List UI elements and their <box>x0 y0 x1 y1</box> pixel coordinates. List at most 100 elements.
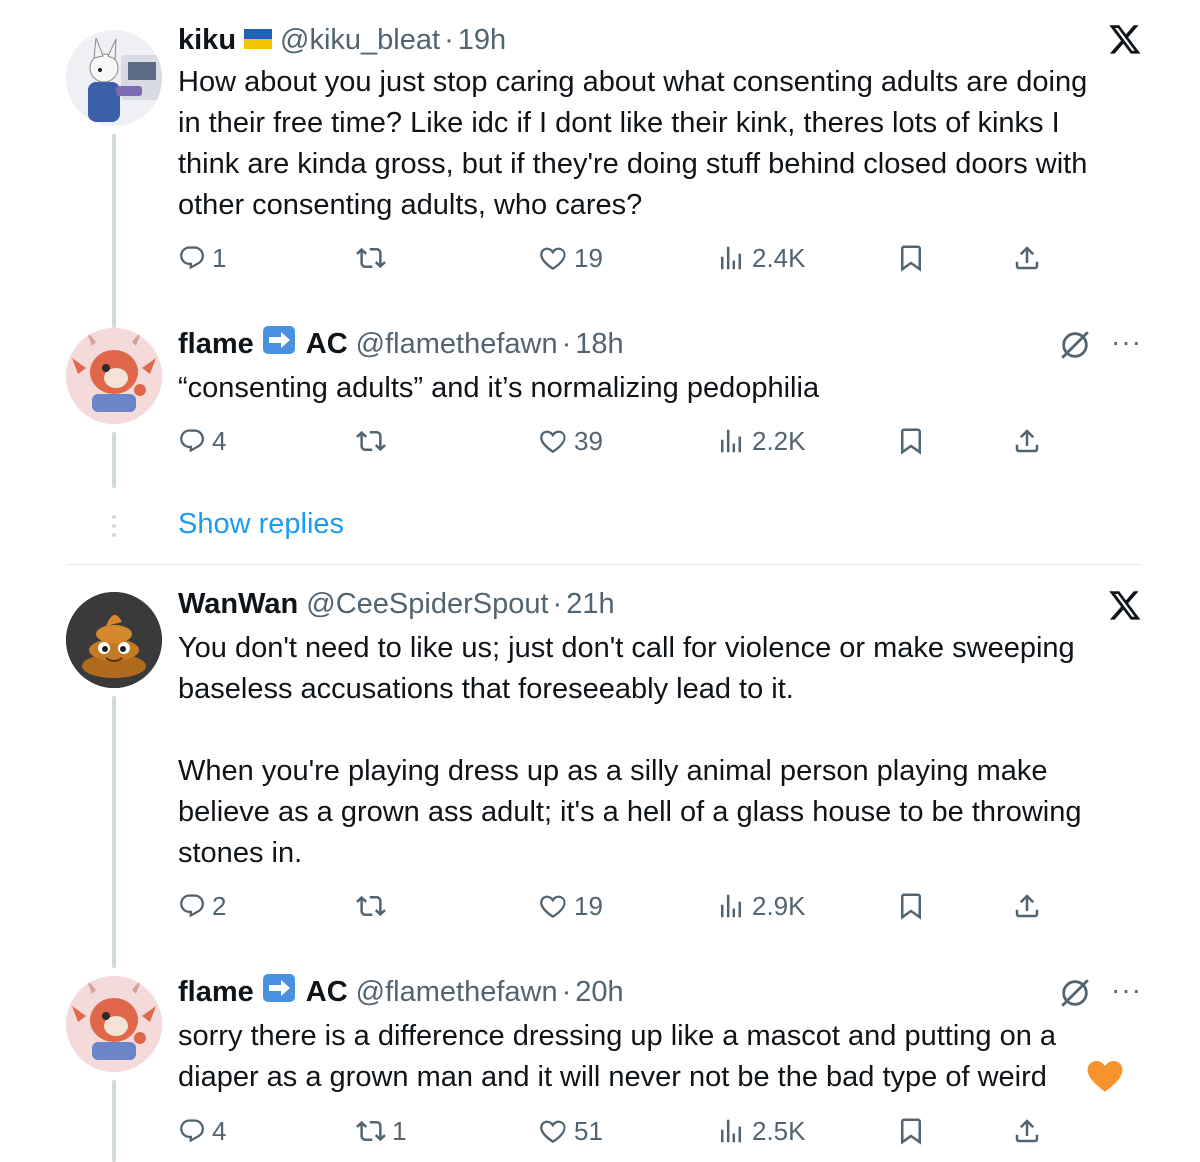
like-button[interactable]: 19 <box>538 238 603 278</box>
bookmark-icon <box>896 243 926 273</box>
tweet-time[interactable]: 18h <box>575 328 623 361</box>
like-count: 39 <box>574 425 603 456</box>
tweet-text: “consenting adults” and it’s normalizing… <box>178 372 820 404</box>
author-handle[interactable]: @flamethefawn <box>356 328 558 361</box>
reply-count: 1 <box>212 242 227 273</box>
reply-icon <box>178 244 206 272</box>
repost-button[interactable]: 1 <box>356 1111 406 1151</box>
reply-button[interactable]: 2 <box>178 886 226 926</box>
like-button[interactable]: 19 <box>538 886 603 926</box>
views-icon <box>716 1116 746 1146</box>
x-logo-icon[interactable] <box>1108 588 1142 622</box>
bookmark-button[interactable] <box>896 1111 926 1151</box>
right-arrow-emoji-icon <box>262 325 296 363</box>
thread-line <box>112 1080 116 1162</box>
reply-count: 4 <box>212 425 227 456</box>
like-button[interactable]: 51 <box>538 1111 603 1151</box>
tweet-header: WanWan @CeeSpiderSpout · 21h <box>178 584 615 624</box>
avatar-kiku[interactable] <box>66 30 162 126</box>
views-button[interactable]: 2.2K <box>716 421 806 461</box>
show-replies-link[interactable]: Show replies <box>178 508 344 541</box>
repost-button[interactable] <box>356 238 392 278</box>
tweet-actions: 2 19 2.9K <box>178 886 1058 926</box>
author-handle[interactable]: @kiku_bleat <box>280 24 440 57</box>
views-button[interactable]: 2.4K <box>716 238 806 278</box>
tweet-time[interactable]: 19h <box>458 24 506 57</box>
like-button[interactable]: 39 <box>538 421 603 461</box>
reply-icon <box>178 427 206 455</box>
author-name[interactable]: WanWan <box>178 588 298 621</box>
heart-icon <box>538 426 568 456</box>
mute-icon[interactable] <box>1058 976 1092 1015</box>
share-icon <box>1012 1116 1042 1146</box>
bookmark-button[interactable] <box>896 886 926 926</box>
repost-icon <box>356 1116 386 1146</box>
share-icon <box>1012 891 1042 921</box>
share-button[interactable] <box>1012 421 1042 461</box>
repost-button[interactable] <box>356 886 392 926</box>
tweet-actions: 4 39 2.2K <box>178 421 1058 461</box>
x-logo-icon[interactable] <box>1108 22 1142 56</box>
tweet-time[interactable]: 20h <box>575 976 623 1009</box>
avatar-flame[interactable] <box>66 328 162 424</box>
author-name-suffix[interactable]: AC <box>306 328 348 361</box>
author-handle[interactable]: @flamethefawn <box>356 976 558 1009</box>
author-name[interactable]: flame <box>178 976 254 1009</box>
separator-dot: · <box>552 587 563 620</box>
views-count: 2.2K <box>752 425 806 456</box>
reply-icon <box>178 892 206 920</box>
reply-count: 2 <box>212 890 227 921</box>
repost-button[interactable] <box>356 421 392 461</box>
tweet-time[interactable]: 21h <box>566 588 614 621</box>
separator-dot: · <box>444 23 454 56</box>
like-count: 51 <box>574 1115 603 1146</box>
tweet-actions: 1 19 2.4K <box>178 238 1058 278</box>
reply-button[interactable]: 4 <box>178 1111 226 1151</box>
more-options-button[interactable]: ··· <box>1111 326 1142 358</box>
repost-icon <box>356 243 386 273</box>
bookmark-icon <box>896 891 926 921</box>
views-count: 2.5K <box>752 1115 806 1146</box>
tweet-actions: 4 1 51 2.5K <box>178 1111 1058 1151</box>
separator-dot: · <box>561 975 572 1008</box>
more-replies-dots <box>110 514 118 543</box>
divider <box>66 564 1142 565</box>
author-name[interactable]: flame <box>178 328 254 361</box>
share-icon <box>1012 243 1042 273</box>
heart-icon <box>538 1116 568 1146</box>
author-name[interactable]: kiku <box>178 24 236 57</box>
avatar-flame[interactable] <box>66 976 162 1072</box>
heart-icon <box>538 243 568 273</box>
more-options-button[interactable]: ··· <box>1111 974 1142 1006</box>
tweet-text: sorry there is a difference dressing up … <box>178 1020 1057 1093</box>
author-name-suffix[interactable]: AC <box>306 976 348 1009</box>
mute-icon[interactable] <box>1058 328 1092 367</box>
views-count: 2.4K <box>752 242 806 273</box>
orange-heart-emoji-icon <box>1086 1058 1124 1099</box>
bookmark-button[interactable] <box>896 238 926 278</box>
share-button[interactable] <box>1012 238 1042 278</box>
repost-icon <box>356 891 386 921</box>
reply-icon <box>178 1117 206 1145</box>
reply-button[interactable]: 4 <box>178 421 226 461</box>
tweet-text: How about you just stop caring about wha… <box>178 66 1088 221</box>
repost-count: 1 <box>392 1115 407 1146</box>
repost-icon <box>356 426 386 456</box>
bookmark-button[interactable] <box>896 421 926 461</box>
share-button[interactable] <box>1012 1111 1042 1151</box>
reply-button[interactable]: 1 <box>178 238 226 278</box>
share-button[interactable] <box>1012 886 1042 926</box>
views-icon <box>716 891 746 921</box>
avatar-wanwan[interactable] <box>66 592 162 688</box>
ukraine-flag-icon <box>244 24 273 57</box>
views-count: 2.9K <box>752 890 806 921</box>
author-handle[interactable]: @CeeSpiderSpout <box>306 588 548 621</box>
separator-dot: · <box>561 327 572 360</box>
thread-line <box>112 696 116 968</box>
like-count: 19 <box>574 242 603 273</box>
like-count: 19 <box>574 890 603 921</box>
views-button[interactable]: 2.9K <box>716 886 806 926</box>
bookmark-icon <box>896 1116 926 1146</box>
tweet-text: You don't need to like us; just don't ca… <box>178 632 1082 869</box>
views-button[interactable]: 2.5K <box>716 1111 806 1151</box>
